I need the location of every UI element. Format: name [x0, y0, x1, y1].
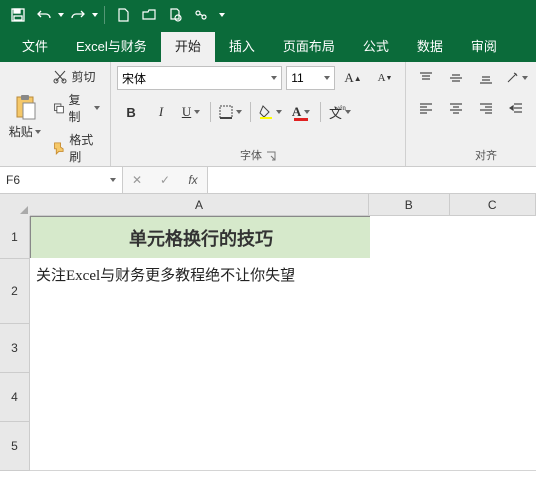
row-header[interactable]: 2 — [0, 259, 30, 324]
cancel-icon[interactable]: ✕ — [123, 167, 151, 193]
font-color-button[interactable]: A — [287, 100, 315, 124]
cell[interactable]: 单元格换行的技巧 — [30, 216, 372, 260]
ribbon: 粘贴 剪切 复制 格式刷 剪贴板 宋体 11 A▲ A▼ B I U — [0, 62, 536, 167]
increase-font-icon[interactable]: A▲ — [339, 66, 367, 90]
save-icon[interactable] — [6, 3, 30, 27]
enter-icon[interactable]: ✓ — [151, 167, 179, 193]
phonetic-button[interactable]: wén文 — [326, 100, 354, 124]
cell[interactable] — [30, 370, 383, 423]
tab-file[interactable]: 文件 — [8, 32, 62, 62]
cut-button[interactable]: 剪切 — [48, 66, 104, 87]
redo-icon[interactable] — [66, 3, 90, 27]
cell[interactable] — [450, 418, 536, 471]
align-bottom-icon[interactable] — [472, 66, 500, 90]
cell[interactable] — [30, 418, 383, 471]
format-painter-button[interactable]: 格式刷 — [48, 129, 104, 167]
spreadsheet-grid: A B C 1 2 3 4 5 单元格换行的技巧 关注Excel与财务更多教程绝… — [0, 194, 536, 500]
row-header[interactable]: 1 — [0, 216, 30, 259]
column-header[interactable]: A — [30, 194, 369, 216]
cell[interactable] — [30, 322, 383, 375]
quick-access-toolbar — [0, 0, 536, 30]
increase-indent-icon[interactable] — [532, 96, 536, 120]
ribbon-tabs: 文件 Excel与财务 开始 插入 页面布局 公式 数据 审阅 — [0, 30, 536, 62]
open-file-icon[interactable] — [137, 3, 161, 27]
group-font: 宋体 11 A▲ A▼ B I U A wén文 字体 — [111, 62, 406, 166]
paste-button[interactable]: 粘贴 — [6, 66, 44, 167]
border-button[interactable] — [216, 100, 245, 124]
dialog-launcher-icon[interactable] — [266, 151, 276, 161]
decrease-font-icon[interactable]: A▼ — [371, 66, 399, 90]
print-preview-icon[interactable] — [163, 3, 187, 27]
copy-label: 复制 — [69, 91, 89, 125]
tab-review[interactable]: 审阅 — [457, 32, 511, 62]
decrease-indent-icon[interactable] — [502, 96, 530, 120]
select-all-button[interactable] — [0, 194, 31, 217]
fill-color-button[interactable] — [256, 100, 285, 124]
format-painter-label: 格式刷 — [69, 131, 100, 165]
group-clipboard: 粘贴 剪切 复制 格式刷 剪贴板 — [0, 62, 111, 166]
align-left-icon[interactable] — [412, 96, 440, 120]
redo-dropdown-icon[interactable] — [92, 13, 98, 17]
bold-button[interactable]: B — [117, 100, 145, 124]
cell[interactable] — [450, 258, 536, 327]
orientation-icon[interactable] — [502, 66, 531, 90]
column-header[interactable]: B — [369, 194, 450, 216]
copy-button[interactable]: 复制 — [48, 89, 104, 127]
tab-data[interactable]: 数据 — [403, 32, 457, 62]
row-header[interactable]: 4 — [0, 373, 30, 422]
tab-home[interactable]: 开始 — [161, 32, 215, 62]
cut-label: 剪切 — [72, 68, 96, 85]
paste-label: 粘贴 — [9, 123, 33, 140]
align-right-icon[interactable] — [472, 96, 500, 120]
share-icon[interactable] — [189, 3, 213, 27]
italic-button[interactable]: I — [147, 100, 175, 124]
group-alignment: 对齐 — [406, 62, 536, 166]
fx-icon[interactable]: fx — [179, 167, 207, 193]
undo-dropdown-icon[interactable] — [58, 13, 64, 17]
new-file-icon[interactable] — [111, 3, 135, 27]
undo-icon[interactable] — [32, 3, 56, 27]
align-middle-icon[interactable] — [442, 66, 470, 90]
column-header[interactable]: C — [450, 194, 536, 216]
align-top-icon[interactable] — [412, 66, 440, 90]
cell[interactable] — [450, 216, 536, 263]
align-group-label: 对齐 — [475, 148, 497, 164]
tab-insert[interactable]: 插入 — [215, 32, 269, 62]
tab-layout[interactable]: 页面布局 — [269, 32, 349, 62]
row-header[interactable]: 5 — [0, 422, 30, 471]
cell[interactable] — [450, 322, 536, 375]
qat-customize-icon[interactable] — [215, 3, 229, 27]
underline-button[interactable]: U — [177, 100, 205, 124]
align-center-icon[interactable] — [442, 96, 470, 120]
row-header[interactable]: 3 — [0, 324, 30, 373]
font-size-select[interactable]: 11 — [286, 66, 335, 90]
font-name-select[interactable]: 宋体 — [117, 66, 282, 90]
formula-bar: F6 ✕ ✓ fx — [0, 167, 536, 194]
cell[interactable]: 关注Excel与财务更多教程绝不让你失望 — [30, 258, 383, 331]
cell[interactable] — [450, 370, 536, 423]
font-group-label: 字体 — [240, 148, 262, 164]
tab-addin[interactable]: Excel与财务 — [62, 32, 161, 62]
tab-formulas[interactable]: 公式 — [349, 32, 403, 62]
formula-input[interactable] — [208, 167, 536, 193]
name-box[interactable]: F6 — [0, 167, 123, 193]
